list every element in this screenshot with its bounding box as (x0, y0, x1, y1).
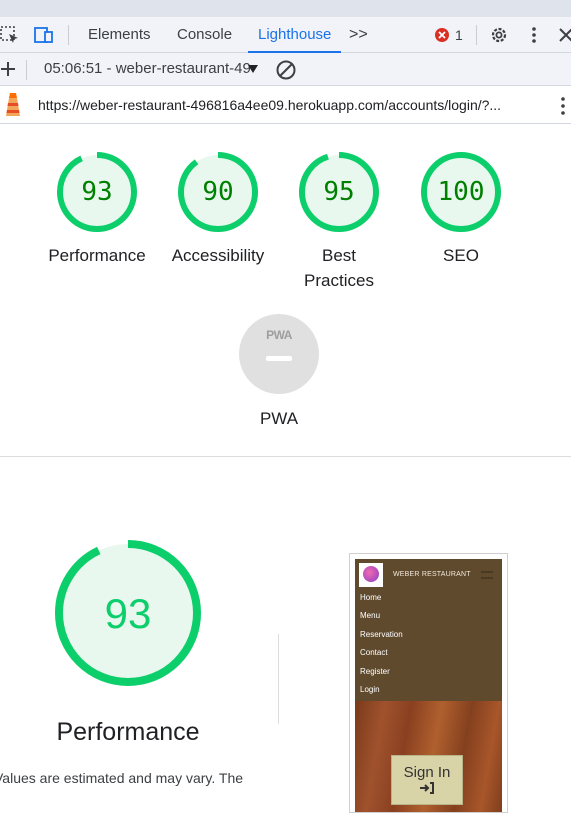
pwa-badge[interactable]: PWA (239, 314, 319, 394)
final-screenshot-thumbnail[interactable]: WEBER RESTAURANT Home Menu Reservation C… (349, 553, 508, 813)
inspect-element-icon[interactable] (0, 25, 20, 45)
lighthouse-logo-icon (6, 93, 20, 116)
signin-button-preview: Sign In (391, 755, 463, 805)
session-separator (26, 60, 27, 80)
tabbar-separator-2 (476, 25, 477, 45)
report-url[interactable]: https://weber-restaurant-496816a4ee09.he… (38, 97, 548, 113)
signin-label: Sign In (403, 764, 451, 781)
login-arrow-icon (420, 782, 434, 794)
error-count[interactable]: 1 (455, 17, 463, 53)
performance-big-score: 93 (104, 590, 152, 637)
performance-title: Performance (56, 718, 200, 746)
device-toolbar-icon[interactable] (34, 25, 54, 45)
pwa-label[interactable]: PWA (209, 406, 349, 431)
nav-item-reservation: Reservation (360, 630, 403, 639)
pwa-badge-text: PWA (266, 328, 292, 342)
error-icon[interactable] (434, 27, 450, 43)
report-url-bar: https://weber-restaurant-496816a4ee09.he… (0, 86, 571, 124)
gauge-label-seo[interactable]: SEO (391, 243, 531, 268)
nav-item-register: Register (360, 667, 390, 676)
pwa-dash-icon (266, 356, 292, 361)
new-report-plus-icon[interactable] (0, 61, 16, 77)
nav-item-login: Login (360, 685, 380, 694)
gauge-label-best-practices-line2[interactable]: Practices (269, 268, 409, 293)
close-devtools-icon[interactable] (556, 25, 571, 45)
hamburger-icon (481, 571, 493, 579)
tab-elements[interactable]: Elements (88, 17, 151, 53)
gauge-score: 93 (81, 177, 113, 207)
gauge-performance[interactable]: 93 (54, 149, 140, 235)
browser-top-strip (0, 0, 571, 17)
gauge-score: 100 (437, 177, 485, 207)
nav-item-contact: Contact (360, 648, 388, 657)
gauge-label-best-practices[interactable]: Best (269, 243, 409, 268)
tabbar-separator (68, 25, 69, 45)
url-more-icon[interactable] (558, 96, 568, 116)
gauge-score: 95 (323, 177, 355, 207)
gauge-score: 90 (202, 177, 234, 207)
report-select[interactable]: 05:06:51 - weber-restaurant-49 (44, 60, 252, 77)
report-session-bar: 05:06:51 - weber-restaurant-49 (0, 53, 571, 86)
nav-item-menu: Menu (360, 611, 381, 620)
vertical-divider (278, 634, 279, 724)
more-options-icon[interactable] (524, 25, 544, 45)
section-divider (0, 456, 571, 457)
estimate-note: Values are estimated and may vary. The (0, 770, 244, 786)
gauge-accessibility[interactable]: 90 (175, 149, 261, 235)
gauge-best-practices[interactable]: 95 (296, 149, 382, 235)
tab-lighthouse[interactable]: Lighthouse (247, 17, 342, 53)
devtools-tabbar: Elements Console Lighthouse >> 1 (0, 17, 571, 53)
chevron-down-icon[interactable] (247, 64, 259, 74)
more-tabs-button[interactable]: >> (349, 17, 368, 53)
tab-console[interactable]: Console (177, 17, 232, 53)
site-brand: WEBER RESTAURANT (393, 571, 471, 578)
clear-reports-icon[interactable] (275, 59, 297, 81)
screenshot-page: WEBER RESTAURANT Home Menu Reservation C… (355, 559, 502, 812)
nav-item-home: Home (360, 593, 382, 602)
gauge-seo[interactable]: 100 (418, 149, 504, 235)
gauge-label-accessibility[interactable]: Accessibility (148, 243, 288, 268)
site-logo (359, 563, 383, 587)
settings-gear-icon[interactable] (489, 25, 509, 45)
gauge-label-performance[interactable]: Performance (27, 243, 167, 268)
